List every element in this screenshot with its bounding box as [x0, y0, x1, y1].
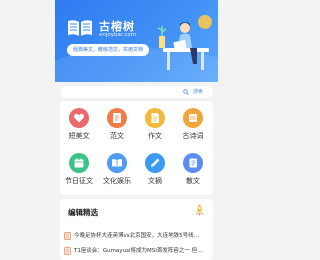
category-label: 节日征文: [65, 177, 93, 185]
search-icon: [183, 89, 189, 95]
rocket-icon: [195, 204, 204, 216]
category-label: 作文: [148, 132, 162, 140]
editor-picks-section: 编辑精选 今晚足协杯大连英博vs北京国安，大连地铁5号线… T1座谈会：Guma…: [60, 199, 213, 260]
category-icon-bg: [69, 108, 89, 128]
article-icon: [64, 232, 71, 240]
open-book-icon: [112, 159, 122, 167]
list-item[interactable]: 今晚足协杯大连英博vs北京国安，大连地铁5号线…: [64, 231, 210, 241]
category-item-composition[interactable]: 作文: [136, 103, 174, 143]
brand-url: enjoybar.com: [99, 32, 137, 38]
slogan-pill: 经典美文，教练范文，实用文档: [67, 44, 150, 56]
category-grid: 短美文 范文 作文 古诗词 节日征文 文化娱乐 文摘 散文: [60, 101, 213, 195]
category-label: 散文: [186, 177, 200, 185]
banner[interactable]: 古榕树 enjoybar.com 经典美文，教练范文，实用文档: [55, 0, 218, 82]
category-icon-bg: [183, 153, 203, 173]
category-label: 古诗词: [182, 132, 204, 140]
pen-icon: [151, 158, 160, 167]
open-book-icon: [68, 20, 92, 36]
category-item-digest[interactable]: 文摘: [136, 148, 174, 188]
document-icon: [151, 113, 159, 123]
category-icon-bg: [183, 108, 203, 128]
category-item-prose[interactable]: 散文: [174, 148, 212, 188]
category-icon-bg: [107, 108, 127, 128]
category-label: 文摘: [148, 177, 162, 185]
notebook-icon: [189, 158, 197, 168]
category-item-model-essay[interactable]: 范文: [98, 103, 136, 143]
category-icon-bg: [107, 153, 127, 173]
category-icon-bg: [145, 153, 165, 173]
list-item-title: T1座谈会：Gumayusi将成为MSI首发阵容之一 但…: [74, 248, 203, 254]
category-item-culture[interactable]: 文化娱乐: [98, 148, 136, 188]
category-label: 范文: [110, 132, 124, 140]
book-icon: [113, 113, 121, 123]
search-label: 搜索: [192, 89, 203, 95]
app-screen: 古榕树 enjoybar.com 经典美文，教练范文，实用文档 搜索 短美文 范…: [55, 0, 218, 260]
scroll-icon: [189, 114, 197, 122]
category-item-ancient-poetry[interactable]: 古诗词: [174, 103, 212, 143]
article-icon: [64, 247, 71, 255]
category-item-short-essay[interactable]: 短美文: [60, 103, 98, 143]
category-icon-bg: [69, 153, 89, 173]
category-label: 短美文: [68, 132, 90, 140]
heart-icon: [73, 113, 85, 123]
section-title: 编辑精选: [68, 208, 98, 217]
reading-person-illustration: [157, 15, 212, 70]
category-icon-bg: [145, 108, 165, 128]
category-item-festival-essay[interactable]: 节日征文: [60, 148, 98, 188]
list-item[interactable]: T1座谈会：Gumayusi将成为MSI首发阵容之一 但…: [64, 246, 210, 256]
calendar-icon: [74, 158, 84, 168]
category-label: 文化娱乐: [103, 177, 131, 185]
list-item-title: 今晚足协杯大连英博vs北京国安，大连地铁5号线…: [74, 233, 200, 239]
search-bar[interactable]: 搜索: [60, 86, 213, 98]
